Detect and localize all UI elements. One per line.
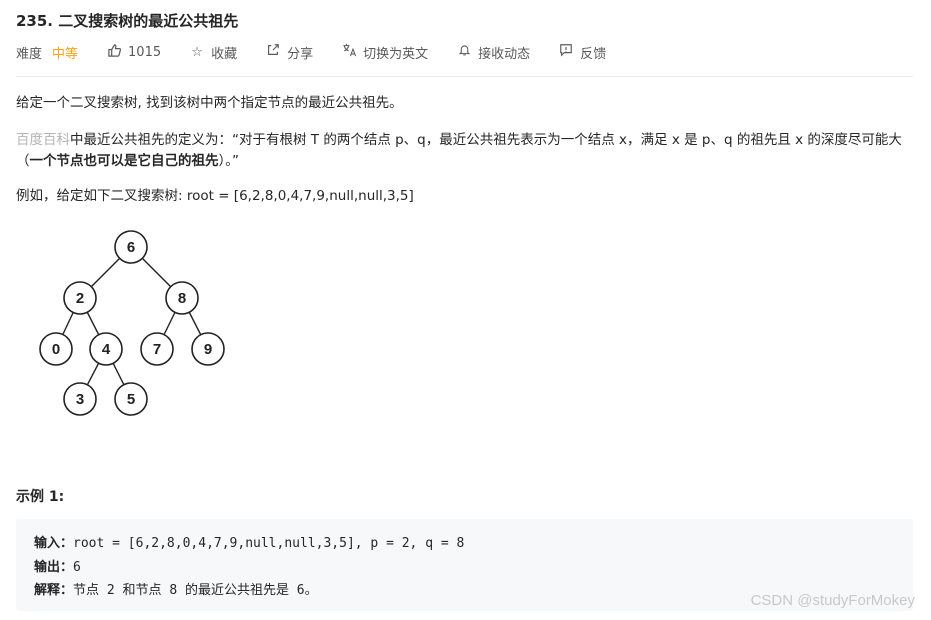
node-label: 3: [76, 391, 84, 408]
tree-node-8: 8: [165, 281, 199, 315]
tree-node-3: 3: [63, 382, 97, 416]
explain-value: 节点 2 和节点 8 的最近公共祖先是 6。: [73, 583, 318, 598]
tree-node-6: 6: [114, 230, 148, 264]
example-title: 示例 1:: [16, 489, 65, 505]
input-value: root = [6,2,8,0,4,7,9,null,null,3,5], p …: [73, 536, 465, 551]
node-label: 2: [76, 290, 84, 307]
node-label: 5: [127, 391, 135, 408]
definition-end: ）。”: [218, 153, 240, 169]
output-value: 6: [73, 560, 81, 575]
watermark: CSDN @studyForMokey: [750, 592, 915, 609]
translate-label: 切换为英文: [363, 46, 429, 62]
node-label: 4: [102, 341, 111, 358]
tree-node-2: 2: [63, 281, 97, 315]
translate-button[interactable]: 切换为英文: [341, 43, 428, 62]
favorite-button[interactable]: ☆ 收藏: [189, 43, 237, 62]
tree-node-9: 9: [191, 332, 225, 366]
bell-icon: [456, 43, 472, 61]
favorite-label: 收藏: [211, 46, 238, 62]
description-example: 例如，给定如下二叉搜索树: root = [6,2,8,0,4,7,9,null…: [16, 188, 414, 204]
feedback-icon: [558, 43, 574, 61]
node-label: 6: [127, 239, 135, 256]
tree-node-5: 5: [114, 382, 148, 416]
share-button[interactable]: 分享: [265, 43, 313, 62]
star-icon: ☆: [191, 44, 203, 60]
thumbs-up-icon: [106, 43, 122, 62]
description-definition: 百度百科中最近公共祖先的定义为：“对于有根树 T 的两个结点 p、q，最近公共祖…: [16, 130, 916, 172]
bst-diagram: 6 2 8 0 4 7 9 3 5: [39, 230, 225, 416]
like-button[interactable]: 1015: [106, 43, 161, 62]
feedback-label: 反馈: [580, 46, 607, 62]
page-title: 235. 二叉搜索树的最近公共祖先: [16, 12, 239, 30]
tree-node-0: 0: [39, 332, 73, 366]
problem-meta-bar: 难度 中等 1015 ☆ 收藏 分享 切换为英文 接收动态 反馈: [16, 42, 634, 62]
share-label: 分享: [287, 46, 314, 62]
example-explain-line: 解释：节点 2 和节点 8 的最近公共祖先是 6。: [34, 579, 318, 598]
difficulty-label: 难度: [16, 46, 43, 62]
tree-node-4: 4: [89, 332, 123, 366]
tree-node-7: 7: [140, 332, 174, 366]
explain-label: 解释：: [34, 583, 74, 598]
definition-bold: 一个节点也可以是它自己的祖先: [29, 153, 219, 169]
baike-link[interactable]: 百度百科: [16, 132, 70, 148]
example-input-line: 输入：root = [6,2,8,0,4,7,9,null,null,3,5],…: [34, 532, 464, 551]
header-divider: [16, 76, 913, 77]
likes-count: 1015: [128, 44, 162, 60]
translate-icon: [341, 43, 357, 61]
node-label: 9: [204, 341, 212, 358]
difficulty-badge: 中等: [52, 46, 79, 62]
notify-label: 接收动态: [478, 46, 531, 62]
node-label: 0: [52, 341, 60, 358]
share-icon: [265, 43, 281, 61]
output-label: 输出：: [34, 560, 74, 575]
tree-edges: [55, 246, 209, 400]
difficulty: 难度 中等: [16, 43, 78, 62]
example-output-line: 输出：6: [34, 556, 81, 575]
description-intro: 给定一个二叉搜索树, 找到该树中两个指定节点的最近公共祖先。: [16, 95, 403, 111]
node-label: 8: [178, 290, 186, 307]
feedback-button[interactable]: 反馈: [558, 43, 606, 62]
node-label: 7: [153, 341, 161, 358]
notify-button[interactable]: 接收动态: [456, 43, 530, 62]
input-label: 输入：: [34, 536, 74, 551]
